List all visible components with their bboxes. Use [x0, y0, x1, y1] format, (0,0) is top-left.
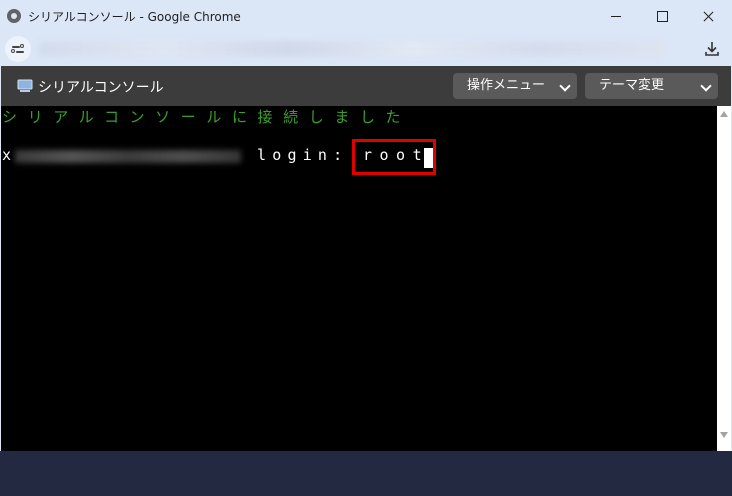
- page-footer-area: [0, 451, 732, 496]
- terminal-console[interactable]: シリアルコンソールに接続しました x login: root: [1, 106, 717, 451]
- theme-select-label: テーマ変更: [599, 78, 665, 93]
- browser-window: シリアルコンソール - Google Chrome シリアルコンソール 操作メニ…: [0, 0, 732, 496]
- host-prefix: x: [2, 146, 12, 164]
- title-bar: シリアルコンソール - Google Chrome: [0, 0, 732, 32]
- connected-message: シリアルコンソールに接続しました: [2, 108, 412, 126]
- minimize-icon: [611, 16, 621, 17]
- app-title: シリアルコンソール: [38, 80, 164, 96]
- operation-menu-select[interactable]: 操作メニュー: [453, 73, 577, 99]
- login-line: x login: root: [2, 146, 434, 272]
- theme-select[interactable]: テーマ変更: [585, 73, 718, 99]
- url-field[interactable]: [38, 41, 663, 57]
- monitor-icon: [17, 79, 33, 92]
- chevron-down-icon: [700, 80, 712, 92]
- maximize-button[interactable]: [639, 0, 685, 32]
- chevron-down-icon: [559, 80, 571, 92]
- maximize-icon: [657, 11, 668, 22]
- site-info-icon: [20, 44, 24, 48]
- blurred-hostname: [15, 150, 241, 163]
- scroll-down-icon[interactable]: [720, 432, 728, 438]
- address-bar: [0, 32, 732, 66]
- download-icon[interactable]: [702, 39, 722, 59]
- app-header: シリアルコンソール 操作メニュー テーマ変更: [1, 66, 731, 106]
- login-prompt: login:: [257, 146, 349, 164]
- operation-menu-label: 操作メニュー: [467, 78, 546, 93]
- site-info-button[interactable]: [5, 36, 31, 62]
- terminal-scrollbar[interactable]: [717, 106, 731, 451]
- minimize-button[interactable]: [593, 0, 639, 32]
- window-title: シリアルコンソール - Google Chrome: [28, 10, 241, 24]
- scroll-up-icon[interactable]: [720, 111, 728, 117]
- highlight-annotation: [352, 139, 436, 175]
- close-button[interactable]: [685, 0, 731, 32]
- chrome-logo-icon: [7, 9, 21, 23]
